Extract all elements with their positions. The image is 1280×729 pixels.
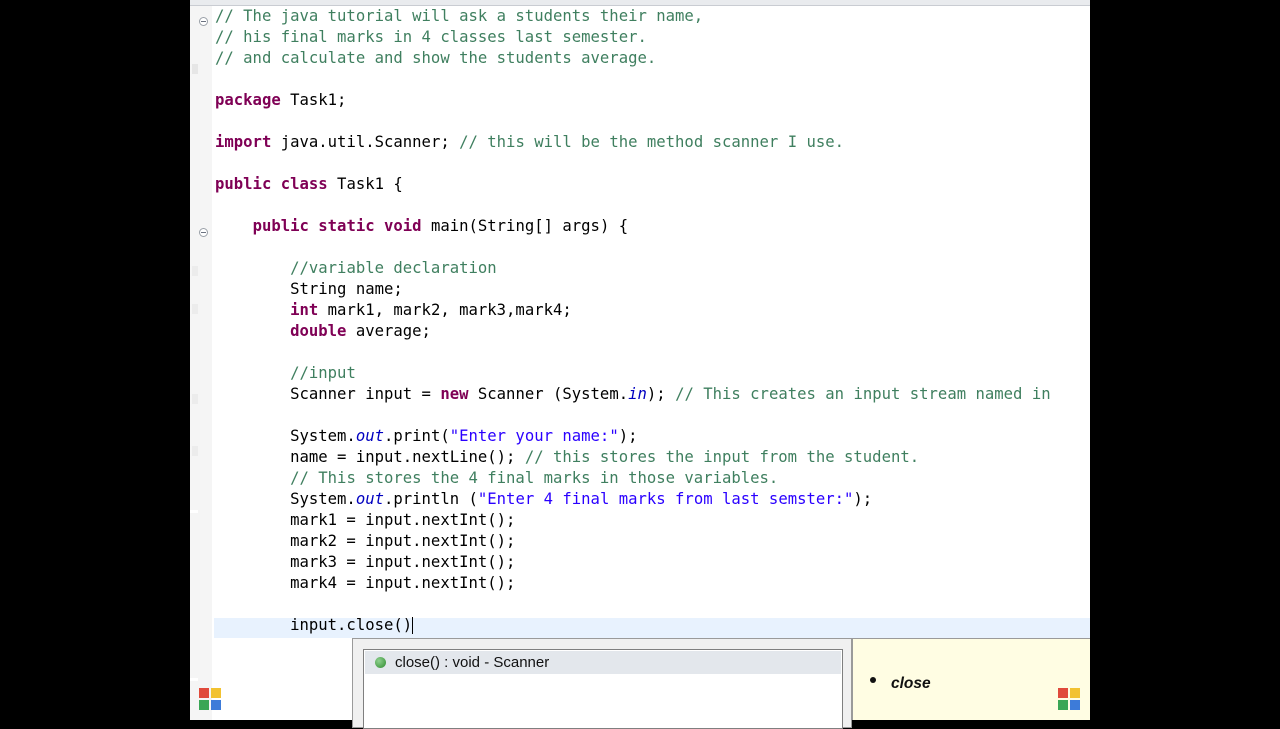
code-token: mark4 = input.nextInt(); <box>215 574 516 592</box>
keyword-token: import <box>215 133 272 151</box>
code-line[interactable]: mark1 = input.nextInt(); <box>215 510 515 531</box>
code-line[interactable]: System.out.print("Enter your name:"); <box>215 426 638 447</box>
left-edge-marker <box>190 510 198 513</box>
code-token: System. <box>215 490 356 508</box>
perspective-icon[interactable] <box>1058 688 1080 710</box>
public-method-icon <box>375 657 386 668</box>
code-line[interactable]: //variable declaration <box>215 258 497 279</box>
code-line[interactable]: // and calculate and show the students a… <box>215 48 656 69</box>
code-line[interactable]: // This stores the 4 final marks in thos… <box>215 468 778 489</box>
code-line[interactable]: name = input.nextLine(); // this stores … <box>215 447 919 468</box>
javadoc-hover: close <box>852 638 1090 720</box>
code-token: mark3 = input.nextInt(); <box>215 553 516 571</box>
text-caret <box>412 617 414 634</box>
code-line[interactable]: Scanner input = new Scanner (System.in);… <box>215 384 1051 405</box>
code-token: average; <box>346 322 431 340</box>
code-token: java.util.Scanner; <box>271 133 460 151</box>
code-token: mark1 = input.nextInt(); <box>215 511 516 529</box>
code-line[interactable]: public static void main(String[] args) { <box>215 216 629 237</box>
bullet-icon <box>870 677 876 683</box>
code-token: Task1; <box>280 91 347 109</box>
proposal-label: close() : void - Scanner <box>395 654 550 671</box>
comment-token: // this stores the input from the studen… <box>524 448 920 466</box>
code-line[interactable]: package Task1; <box>215 90 346 111</box>
code-token: Task1 { <box>327 175 403 193</box>
keyword-token: int <box>290 301 319 319</box>
comment-token: // This creates an input stream named in <box>675 385 1051 403</box>
keyword-token: new <box>440 385 469 403</box>
ruler-marker <box>192 64 198 74</box>
left-edge-marker <box>190 678 198 681</box>
code-token: .print( <box>384 427 450 445</box>
code-line[interactable]: mark2 = input.nextInt(); <box>215 531 515 552</box>
code-token: mark2 = input.nextInt(); <box>215 532 516 550</box>
keyword-token: public static void <box>252 217 422 235</box>
code-line[interactable]: double average; <box>215 321 431 342</box>
comment-token: // This stores the 4 final marks in thos… <box>290 469 779 487</box>
comment-token: // his final marks in 4 classes last sem… <box>215 28 647 46</box>
code-line[interactable]: // his final marks in 4 classes last sem… <box>215 27 647 48</box>
code-token: .println ( <box>384 490 478 508</box>
code-token: ); <box>618 427 638 445</box>
string-token: "Enter your name:" <box>449 427 619 445</box>
comment-token: //variable declaration <box>290 259 497 277</box>
comment-token: // this will be the method scanner I use… <box>459 133 845 151</box>
code-line[interactable]: // The java tutorial will ask a students… <box>215 6 703 27</box>
comment-token: //input <box>290 364 356 382</box>
code-line[interactable]: public class Task1 { <box>215 174 403 195</box>
code-line[interactable]: System.out.println ("Enter 4 final marks… <box>215 489 872 510</box>
code-token: String name; <box>215 280 403 298</box>
ruler-marker <box>192 266 198 276</box>
java-editor[interactable]: // The java tutorial will ask a students… <box>190 0 1090 720</box>
code-line[interactable]: String name; <box>215 279 403 300</box>
code-token: ); <box>646 385 676 403</box>
comment-token: // and calculate and show the students a… <box>215 49 657 67</box>
code-token: main(String[] args) { <box>421 217 629 235</box>
code-token: ); <box>853 490 873 508</box>
fold-collapse-icon[interactable] <box>199 228 208 237</box>
keyword-token: package <box>215 91 281 109</box>
proposal-item-close[interactable]: close() : void - Scanner <box>365 651 841 674</box>
keyword-token: public class <box>215 175 328 193</box>
code-line[interactable]: input.close() <box>215 615 414 636</box>
ruler-marker <box>192 446 198 456</box>
code-token: mark1, mark2, mark3,mark4; <box>318 301 572 319</box>
field-token: in <box>628 385 647 403</box>
code-token: name = input.nextLine(); <box>215 448 525 466</box>
javadoc-method-name: close <box>891 675 931 692</box>
string-token: "Enter 4 final marks from last semster:" <box>477 490 854 508</box>
code-line[interactable]: mark4 = input.nextInt(); <box>215 573 515 594</box>
field-token: out <box>355 490 384 508</box>
proposal-list[interactable]: close() : void - Scanner <box>363 649 843 729</box>
code-line[interactable]: import java.util.Scanner; // this will b… <box>215 132 844 153</box>
code-token: System. <box>215 427 356 445</box>
code-line[interactable]: //input <box>215 363 356 384</box>
code-token: Scanner input = <box>215 385 441 403</box>
code-line[interactable]: mark3 = input.nextInt(); <box>215 552 515 573</box>
code-token: input.close() <box>215 616 413 634</box>
annotation-ruler[interactable] <box>190 6 212 720</box>
perspective-icon[interactable] <box>199 688 221 710</box>
content-assist-popup[interactable]: close() : void - Scanner <box>352 638 852 729</box>
ruler-marker <box>192 394 198 404</box>
keyword-token: double <box>290 322 347 340</box>
code-token: Scanner (System. <box>468 385 629 403</box>
fold-collapse-icon[interactable] <box>199 17 208 26</box>
field-token: out <box>355 427 384 445</box>
comment-token: // The java tutorial will ask a students… <box>215 7 704 25</box>
code-line[interactable]: int mark1, mark2, mark3,mark4; <box>215 300 572 321</box>
ruler-marker <box>192 304 198 314</box>
